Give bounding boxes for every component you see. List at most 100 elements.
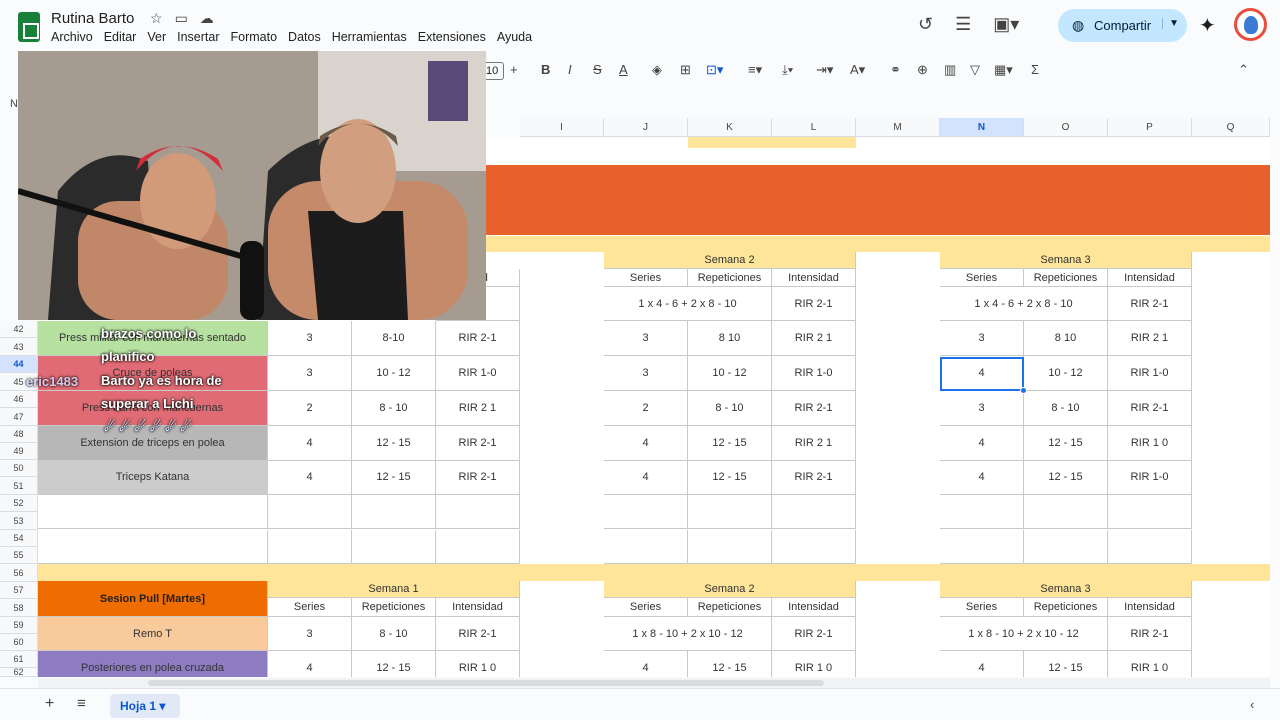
text-rotation-icon[interactable]: A▾ [850, 62, 865, 78]
cell-intensity[interactable]: RIR 2 1 [772, 321, 856, 356]
font-size-input[interactable]: 10 [484, 62, 504, 80]
cell-intensity[interactable]: RIR 1-0 [772, 356, 856, 391]
insert-comment-icon[interactable]: ⊕ [917, 62, 928, 78]
gemini-icon[interactable]: ✦ [1199, 13, 1216, 38]
sheet-tab-hoja1[interactable]: Hoja 1 ▾ [110, 694, 180, 718]
text-wrap-icon[interactable]: ⇥▾ [816, 62, 833, 78]
history-icon[interactable]: ↺ [918, 14, 933, 35]
empty-cell[interactable] [772, 495, 856, 529]
cell-reps[interactable]: 10 - 12 [688, 356, 772, 391]
star-icon[interactable]: ☆ [150, 10, 175, 26]
week-header[interactable]: Semana 2 [604, 581, 856, 598]
row-header-52[interactable]: 52 [0, 495, 38, 512]
row-header-43[interactable]: 43 [0, 338, 38, 356]
menu-ver[interactable]: Ver [147, 30, 166, 44]
column-label[interactable]: Repeticiones [1024, 598, 1108, 617]
exercise-name[interactable]: Posteriores en polea cruzada [38, 651, 268, 677]
column-header-n[interactable]: N [940, 118, 1024, 137]
menu-editar[interactable]: Editar [104, 30, 137, 44]
row-header-50[interactable]: 50 [0, 460, 38, 477]
comments-icon[interactable]: ☰ [955, 14, 971, 35]
cell-series[interactable]: 4 [604, 460, 688, 495]
column-label[interactable]: Series [940, 269, 1024, 287]
meet-icon[interactable]: ▣▾ [993, 14, 1019, 35]
cell-series[interactable]: 4 [268, 460, 352, 495]
empty-cell[interactable] [268, 495, 352, 529]
italic-icon[interactable]: I [568, 62, 572, 77]
column-header-i[interactable]: I [520, 118, 604, 137]
chevron-down-icon[interactable]: ▼ [1162, 18, 1179, 29]
cell-reps[interactable]: 8 - 10 [352, 391, 436, 426]
name-box[interactable]: N [10, 98, 18, 110]
column-header-o[interactable]: O [1024, 118, 1108, 137]
share-button[interactable]: ◍ Compartir ▼ [1058, 9, 1187, 42]
empty-cell[interactable] [38, 495, 268, 529]
column-label[interactable]: Intensidad [772, 269, 856, 287]
cell-series[interactable]: 2 [268, 391, 352, 426]
column-header-m[interactable]: M [856, 118, 940, 137]
cell-intensity[interactable]: RIR 1-0 [1108, 460, 1192, 495]
add-sheet-icon[interactable]: + [45, 695, 54, 713]
column-label[interactable]: Intensidad [1108, 269, 1192, 287]
cell-series[interactable]: 3 [604, 321, 688, 356]
empty-cell[interactable] [352, 530, 436, 564]
cell-intensity[interactable]: RIR 2 1 [772, 426, 856, 461]
row-header-57[interactable]: 57 [0, 582, 38, 599]
empty-cell[interactable] [268, 530, 352, 564]
cell-series[interactable]: 4 [268, 426, 352, 461]
cell-reps[interactable]: 12 - 15 [352, 460, 436, 495]
cell-series-scheme[interactable]: 1 x 8 - 10 + 2 x 10 - 12 [604, 617, 772, 651]
cell-intensity[interactable]: RIR 2 1 [436, 391, 520, 426]
column-header-q[interactable]: Q [1192, 118, 1270, 137]
column-label[interactable]: Repeticiones [688, 598, 772, 617]
active-cell-selection[interactable] [940, 357, 1024, 391]
all-sheets-icon[interactable]: ≡ [77, 695, 86, 712]
menu-archivo[interactable]: Archivo [51, 30, 93, 44]
scrollbar-thumb[interactable] [148, 680, 824, 686]
cell-series[interactable]: 4 [940, 651, 1024, 677]
cell-intensity[interactable]: RIR 1 0 [772, 651, 856, 677]
strikethrough-icon[interactable]: S [593, 62, 602, 77]
cell-reps[interactable]: 10 - 12 [1024, 356, 1108, 391]
column-header-l[interactable]: L [772, 118, 856, 137]
column-label[interactable]: Series [604, 598, 688, 617]
empty-cell[interactable] [38, 530, 268, 564]
row-header-48[interactable]: 48 [0, 426, 38, 443]
session-title[interactable]: Sesion Pull [Martes] [38, 581, 268, 617]
fill-handle[interactable] [1020, 387, 1027, 394]
cell-intensity[interactable]: RIR 2-1 [436, 321, 520, 356]
explore-arrow-icon[interactable]: ‹ [1250, 697, 1254, 712]
empty-cell[interactable] [1024, 530, 1108, 564]
column-label[interactable]: Series [940, 598, 1024, 617]
column-label[interactable]: Repeticiones [352, 598, 436, 617]
functions-icon[interactable]: Σ [1031, 62, 1039, 77]
column-label[interactable]: Series [268, 598, 352, 617]
cell-series[interactable]: 4 [268, 651, 352, 677]
column-header-j[interactable]: J [604, 118, 688, 137]
borders-icon[interactable]: ⊞ [680, 62, 691, 78]
insert-chart-icon[interactable]: ▥ [944, 62, 956, 78]
avatar[interactable] [1234, 8, 1267, 41]
cell-reps[interactable]: 8 - 10 [352, 617, 436, 651]
menu-ayuda[interactable]: Ayuda [497, 30, 532, 44]
document-title[interactable]: Rutina Barto [51, 10, 134, 27]
cell-intensity[interactable]: RIR 2-1 [436, 426, 520, 461]
cell-series[interactable]: 4 [940, 460, 1024, 495]
row-header-60[interactable]: 60 [0, 634, 38, 651]
row-header-61[interactable]: 61 [0, 651, 38, 668]
cell-series-scheme[interactable]: 1 x 4 - 6 + 2 x 8 - 10 [940, 287, 1108, 321]
sheets-logo-icon[interactable] [18, 12, 40, 42]
cell-series[interactable]: 3 [604, 356, 688, 391]
cell-reps[interactable]: 8 10 [688, 321, 772, 356]
cell-intensity[interactable]: RIR 1 0 [1108, 426, 1192, 461]
cell-intensity[interactable]: RIR 2-1 [436, 460, 520, 495]
increase-font-icon[interactable]: + [510, 62, 518, 77]
cell-reps[interactable]: 10 - 12 [352, 356, 436, 391]
cell-reps[interactable]: 8 10 [1024, 321, 1108, 356]
exercise-name[interactable]: Triceps Katana [38, 460, 268, 495]
row-header-59[interactable]: 59 [0, 617, 38, 634]
menu-herramientas[interactable]: Herramientas [332, 30, 407, 44]
cell-reps[interactable]: 8 - 10 [1024, 391, 1108, 426]
cell-reps[interactable]: 12 - 15 [352, 426, 436, 461]
week-header[interactable]: Semana 3 [940, 581, 1192, 598]
